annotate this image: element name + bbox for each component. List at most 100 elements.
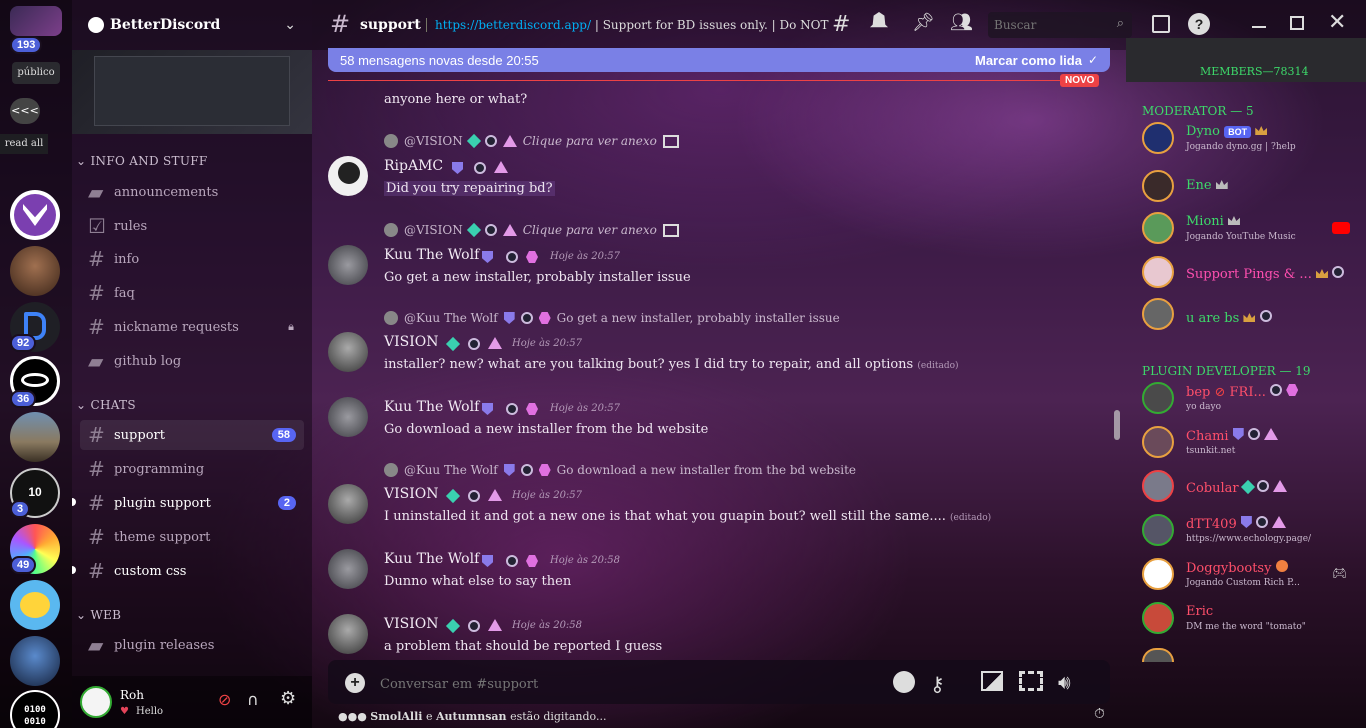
search-input[interactable] [994,16,1104,34]
reply-author[interactable]: @Kuu The Wolf [404,311,498,325]
binary-icon[interactable]: 0100 0010 [10,690,60,728]
channel-theme-support[interactable]: # theme support [80,522,304,552]
reply-preview[interactable]: @Kuu The Wolf Go get a new installer, pr… [384,311,840,325]
message-author[interactable]: Kuu The Wolf [384,247,479,263]
channel-plugin-releases[interactable]: ▰ plugin releases [80,630,304,660]
message-author[interactable]: VISION [384,334,439,350]
minimize-icon[interactable] [1252,26,1266,28]
collapse-button[interactable]: <<< [10,98,40,124]
add-attachment-button[interactable]: + [345,673,365,693]
scrollbar-thumb[interactable] [1114,410,1120,440]
reply-preview[interactable]: @VISION Clique para ver anexo [384,222,679,238]
bd-logo-icon [88,17,104,33]
new-messages-banner[interactable]: 58 mensagens novas desde 20:55 Marcar co… [328,48,1110,72]
help-icon[interactable]: ? [1188,13,1210,35]
avatar[interactable] [328,549,368,589]
emoji-icon[interactable] [893,671,915,693]
member-item[interactable]: Ene [1142,170,1362,210]
crown-icon [1255,126,1268,135]
message-input[interactable] [380,674,860,694]
chevron-down-icon[interactable]: ⌄ [284,17,296,33]
landscape-icon[interactable] [10,412,60,462]
channel-custom-css[interactable]: # custom css [80,556,304,586]
reply-author[interactable]: @VISION [404,223,463,237]
member-item[interactable]: Chami tsunkit.net [1142,426,1362,466]
key-icon[interactable]: ⚷ [930,672,945,696]
avatar[interactable] [328,332,368,372]
member-item-partial[interactable] [1142,648,1174,662]
slowmode-timer-icon: ⏱ [1094,706,1105,722]
channel-label: faq [114,285,135,301]
threads-icon[interactable]: # [832,12,850,37]
speaker-icon[interactable]: 🔊︎ [1058,670,1071,694]
member-item[interactable]: Dyno BOT Jogando dyno.gg | ?help [1142,122,1362,162]
member-name: Chami [1186,428,1278,444]
mute-mic-icon[interactable]: ⊘ [218,690,231,709]
film-icon[interactable] [1019,671,1043,691]
message-text: Go get a new installer, probably install… [384,270,691,285]
search-box[interactable]: ⌕ [988,12,1132,38]
home-button[interactable] [10,6,62,36]
inbox-icon[interactable] [1152,15,1170,33]
topic-link[interactable]: https://betterdiscord.app/ [435,18,591,32]
avatar[interactable] [328,484,368,524]
channel-programming[interactable]: # programming [80,454,304,484]
hash-icon: # [88,491,105,515]
maximize-icon[interactable] [1290,16,1304,30]
public-label[interactable]: público [12,62,60,84]
close-icon[interactable]: ✕ [1328,10,1346,35]
channel-github-log[interactable]: ▰ github log [80,346,304,376]
member-item[interactable]: Mioni Jogando YouTube Music [1142,212,1362,252]
avatar[interactable] [80,686,112,718]
message-author[interactable]: Kuu The Wolf [384,399,479,415]
message-author[interactable]: RipAMC [384,158,443,174]
betterdiscord-icon[interactable] [10,190,60,240]
server-header[interactable]: BetterDiscord ⌄ [72,0,312,50]
crown-icon [1227,216,1240,225]
category-web[interactable]: ⌄ WEB [76,608,121,622]
avatar[interactable] [328,614,368,654]
category-chats[interactable]: ⌄ CHATS [76,398,136,412]
message-author[interactable]: VISION [384,486,439,502]
reply-preview[interactable]: @VISION Clique para ver anexo [384,133,679,149]
member-item[interactable]: Cobular [1142,470,1362,510]
read-all-button[interactable]: read all [0,134,48,154]
message-author[interactable]: Kuu The Wolf [384,551,479,567]
headphones-icon[interactable]: ∩ [247,690,259,709]
reply-author[interactable]: @VISION [404,134,463,148]
channel-rules[interactable]: ☑ rules [80,211,304,241]
warrior-icon[interactable] [10,636,60,686]
avatar[interactable] [328,245,368,285]
avatar[interactable] [328,156,368,196]
avatar[interactable] [328,397,368,437]
channel-nickname-requests[interactable]: # nickname requests 🔒︎ [80,312,304,342]
smile-icon[interactable] [10,580,60,630]
message-author[interactable]: VISION [384,616,439,632]
image-icon [662,134,679,148]
channel-info[interactable]: # info [80,244,304,274]
channel-announcements[interactable]: ▰ announcements [80,177,304,207]
member-item[interactable]: Doggybootsy Jogando Custom Rich P... 🎮︎ [1142,558,1362,598]
channel-faq[interactable]: # faq [80,278,304,308]
gear-icon[interactable]: ⚙ [280,688,296,709]
member-item[interactable]: u are bs [1142,298,1362,338]
avatar-man-icon[interactable] [10,246,60,296]
member-item[interactable]: dTT409 https://www.echology.page/ [1142,514,1362,554]
member-list-icon[interactable]: 👥︎ [950,12,973,33]
message-timestamp: Hoje às 20:57 [550,403,621,414]
pin-icon[interactable]: 📌︎ [912,12,935,33]
avatar [1142,382,1174,414]
member-item[interactable]: Support Pings & ... [1142,256,1362,296]
reply-author[interactable]: @Kuu The Wolf [404,463,498,477]
image-icon[interactable] [981,671,1003,691]
channel-plugin-support[interactable]: # plugin support 2 [80,488,304,518]
mark-read-button[interactable]: Marcar como lida [975,53,1082,68]
member-item[interactable]: Eric DM me the word "tomato" [1142,602,1362,642]
member-item[interactable]: bep ⊘ FRI... yo dayo [1142,382,1362,422]
reply-preview[interactable]: @Kuu The Wolf Go download a new installe… [384,463,856,477]
channel-support[interactable]: # support 58 [80,420,304,450]
category-info[interactable]: ⌄ INFO AND STUFF [76,154,208,168]
channel-topic[interactable]: https://betterdiscord.app/ | Support for… [426,18,832,32]
eye-icon [520,464,533,476]
member-name: dTT409 [1186,516,1287,532]
